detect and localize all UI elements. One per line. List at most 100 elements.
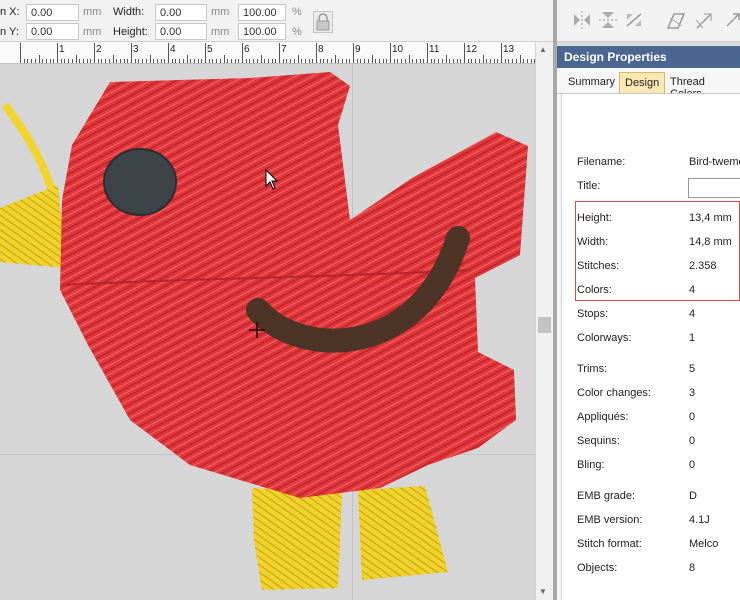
ruler-tick: [190, 59, 191, 63]
prop-row-sequins: Sequins: 0: [562, 435, 740, 453]
ruler-number: 11: [429, 44, 440, 55]
ruler-number: 2: [96, 44, 102, 55]
prop-label: Bling:: [577, 459, 605, 471]
lock-icon: [316, 13, 330, 31]
ruler-tick: [138, 59, 139, 63]
ruler-tick: [113, 55, 114, 63]
ruler-tick: [98, 59, 99, 63]
tab-design[interactable]: Design: [619, 72, 666, 94]
scroll-down-icon[interactable]: ▼: [539, 587, 547, 596]
ruler-tick: [423, 59, 424, 63]
prop-value: 5: [689, 363, 696, 375]
ruler-tick: [216, 59, 217, 63]
ruler-tick: [412, 59, 413, 63]
ruler-tick: [235, 59, 236, 63]
proportion-lock-button[interactable]: [313, 11, 333, 33]
prop-row-stops: Stops: 4: [562, 308, 740, 326]
ruler-tick: [224, 55, 225, 63]
pos-y-label: n Y:: [0, 26, 19, 38]
ruler-tick: [168, 43, 169, 63]
ruler-tick: [457, 59, 458, 63]
height-input[interactable]: [155, 23, 207, 40]
prop-value: 4: [689, 308, 696, 320]
ruler-tick: [323, 59, 324, 63]
ruler-tick: [83, 59, 84, 63]
prop-label: Filename:: [577, 156, 626, 168]
ruler-number: 6: [244, 44, 250, 55]
mirror-vertical-icon[interactable]: [597, 8, 619, 32]
ruler-tick: [46, 59, 47, 63]
arrow-icon[interactable]: [723, 8, 740, 32]
prop-row-emb-version: EMB version: 4.1J: [562, 514, 740, 532]
prop-row-appliques: Appliqués: 0: [562, 411, 740, 429]
ruler-tick: [283, 59, 284, 63]
prop-value: 1: [689, 332, 696, 344]
ruler-tick: [142, 59, 143, 63]
ruler-tick: [468, 59, 469, 63]
design-canvas[interactable]: [0, 64, 535, 600]
ruler-tick: [175, 59, 176, 63]
pos-y-input[interactable]: [26, 23, 79, 40]
rotate-icon[interactable]: [623, 8, 645, 32]
ruler-tick: [231, 59, 232, 63]
title-input[interactable]: [688, 178, 740, 198]
ruler-tick: [246, 59, 247, 63]
mirror-horizontal-icon[interactable]: [571, 8, 593, 32]
scroll-up-icon[interactable]: ▲: [539, 45, 547, 54]
ruler-tick: [257, 59, 258, 63]
ruler-tick: [101, 59, 102, 63]
design-properties-panel: Design Properties Summary Design Thread …: [557, 46, 740, 600]
ruler-tick: [249, 59, 250, 63]
ruler-tick: [290, 59, 291, 63]
height-unit: mm: [211, 26, 230, 38]
prop-label: Stops:: [577, 308, 609, 320]
ruler-tick: [483, 55, 484, 63]
height-percent-input[interactable]: [238, 23, 286, 40]
ruler-tick: [50, 59, 51, 63]
prop-label: Trims:: [577, 363, 608, 375]
ruler-tick: [238, 59, 239, 63]
ruler-tick: [105, 59, 106, 63]
ruler-number: 9: [355, 44, 361, 55]
ruler-tick: [135, 59, 136, 63]
ruler-tick: [453, 59, 454, 63]
ruler-tick: [94, 43, 95, 63]
width-percent-input[interactable]: [238, 4, 286, 21]
prop-value: D: [689, 490, 697, 502]
ruler-tick: [486, 59, 487, 63]
ruler-tick: [79, 59, 80, 63]
properties-list: Filename: Bird-twemo Title: Height: 13,4 m…: [561, 94, 740, 600]
pos-x-input[interactable]: [26, 4, 79, 21]
ruler-tick: [279, 43, 280, 63]
ruler-tick: [342, 59, 343, 63]
resize-icon[interactable]: [693, 8, 715, 32]
bird-body: [60, 72, 528, 498]
ruler-tick: [227, 59, 228, 63]
ruler-tick: [72, 59, 73, 63]
ruler-tick: [120, 59, 121, 63]
ruler-tick: [364, 59, 365, 63]
prop-row-bling: Bling: 0: [562, 459, 740, 477]
scroll-thumb[interactable]: [538, 317, 551, 333]
slant-icon[interactable]: [665, 8, 687, 32]
prop-row-trims: Trims: 5: [562, 363, 740, 381]
ruler-number: 8: [318, 44, 324, 55]
ruler-tick: [124, 59, 125, 63]
canvas-vertical-scrollbar[interactable]: ▲ ▼: [535, 42, 553, 600]
ruler-tick: [153, 59, 154, 63]
ruler-tick: [157, 59, 158, 63]
prop-value: Bird-twemo: [689, 156, 740, 168]
tab-summary[interactable]: Summary: [563, 72, 620, 94]
ruler-tick: [31, 59, 32, 63]
embroidery-design[interactable]: [0, 64, 535, 600]
ruler-tick: [346, 59, 347, 63]
ruler-tick: [268, 59, 269, 63]
tab-thread-colors[interactable]: Thread Colors: [665, 72, 740, 100]
ruler-tick: [116, 59, 117, 63]
panel-title: Design Properties: [557, 46, 740, 68]
transform-toolbar: n X: mm Width: mm % n Y: mm Height: mm %: [0, 0, 557, 42]
ruler-tick: [397, 59, 398, 63]
width-input[interactable]: [155, 4, 207, 21]
ruler-tick: [312, 59, 313, 63]
ruler-tick: [24, 59, 25, 63]
